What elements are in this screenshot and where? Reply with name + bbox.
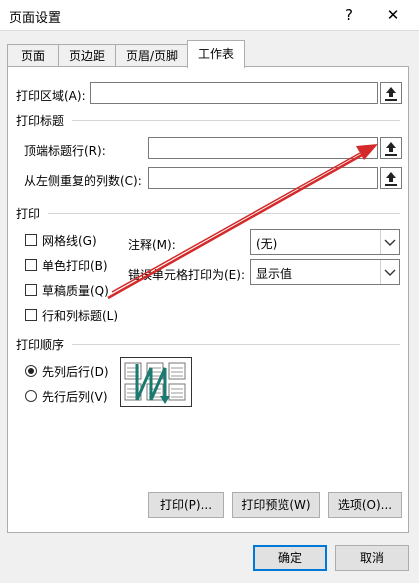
rows-to-repeat-input[interactable] xyxy=(148,137,378,159)
print-preview-button[interactable]: 打印预览(W) xyxy=(232,492,320,518)
collapse-dialog-icon xyxy=(385,87,397,101)
cols-to-repeat-label: 从左侧重复的列数(C): xyxy=(24,174,142,188)
cols-to-repeat-input[interactable] xyxy=(148,167,378,189)
tab-header-footer[interactable]: 页眉/页脚 xyxy=(115,44,189,67)
down-then-over-radio[interactable] xyxy=(25,365,37,377)
section-divider xyxy=(48,213,400,214)
comments-label: 注释(M): xyxy=(128,238,176,252)
cancel-button[interactable]: 取消 xyxy=(335,545,409,571)
rows-picker-button[interactable] xyxy=(380,137,402,159)
print-button[interactable]: 打印(P)... xyxy=(148,492,224,518)
comments-value: (无) xyxy=(256,237,278,251)
page-order-preview-icon xyxy=(124,362,186,404)
tab-margins[interactable]: 页边距 xyxy=(58,44,116,67)
black-and-white-checkbox[interactable] xyxy=(25,259,37,271)
cell-errors-label: 错误单元格打印为(E): xyxy=(128,268,245,282)
page-order-heading: 打印顺序 xyxy=(16,338,65,352)
cell-errors-value: 显示值 xyxy=(256,267,293,281)
help-button[interactable]: ? xyxy=(336,4,362,26)
collapse-dialog-icon xyxy=(385,172,397,186)
rows-to-repeat-label: 顶端标题行(R): xyxy=(24,144,106,158)
chevron-down-icon xyxy=(380,260,399,284)
cols-picker-button[interactable] xyxy=(380,167,402,189)
over-then-down-label: 先行后列(V) xyxy=(42,390,108,404)
tab-page[interactable]: 页面 xyxy=(7,44,59,67)
options-button[interactable]: 选项(O)... xyxy=(328,492,402,518)
close-button[interactable]: ✕ xyxy=(380,4,406,26)
row-col-headings-checkbox[interactable] xyxy=(25,309,37,321)
page-order-preview xyxy=(120,357,192,407)
collapse-dialog-icon xyxy=(385,142,397,156)
draft-quality-label: 草稿质量(Q) xyxy=(42,284,109,298)
gridlines-label: 网格线(G) xyxy=(42,234,97,248)
section-divider xyxy=(72,120,400,121)
section-divider xyxy=(72,344,400,345)
draft-quality-checkbox[interactable] xyxy=(25,284,37,296)
print-area-input[interactable] xyxy=(90,82,378,104)
close-icon: ✕ xyxy=(386,6,400,24)
down-then-over-label: 先列后行(D) xyxy=(42,365,109,379)
print-area-label: 打印区域(A): xyxy=(16,89,86,103)
gridlines-checkbox[interactable] xyxy=(25,234,37,246)
black-and-white-label: 单色打印(B) xyxy=(42,259,108,273)
ok-button[interactable]: 确定 xyxy=(253,545,327,571)
cell-errors-select[interactable]: 显示值 xyxy=(250,259,400,285)
print-heading: 打印 xyxy=(16,207,41,221)
print-titles-heading: 打印标题 xyxy=(16,114,65,128)
row-col-headings-label: 行和列标题(L) xyxy=(42,309,119,323)
over-then-down-radio[interactable] xyxy=(25,390,37,402)
dialog-title: 页面设置 xyxy=(9,11,62,26)
print-area-picker-button[interactable] xyxy=(380,82,402,104)
chevron-down-icon xyxy=(380,230,399,254)
comments-select[interactable]: (无) xyxy=(250,229,400,255)
tab-sheet[interactable]: 工作表 xyxy=(187,40,245,68)
